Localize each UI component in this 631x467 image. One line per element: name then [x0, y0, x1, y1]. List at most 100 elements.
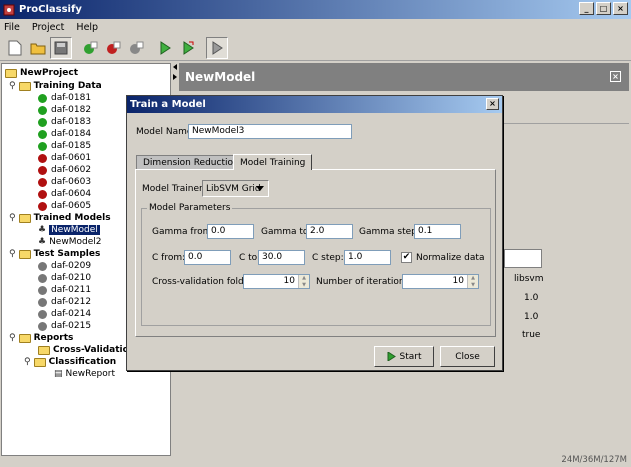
- red-dot-icon: [38, 153, 47, 163]
- tree-item-daf-0605[interactable]: daf-0605: [38, 200, 91, 212]
- folder-icon: [18, 333, 31, 343]
- train-icon[interactable]: [154, 37, 176, 59]
- tree-item-daf-0215[interactable]: daf-0215: [38, 320, 91, 332]
- gray-dot-icon: [38, 321, 47, 331]
- gray-dot-icon: [38, 297, 47, 307]
- panel-input[interactable]: [504, 249, 542, 268]
- tree-item-daf-0182[interactable]: daf-0182: [38, 104, 91, 116]
- gray-dot-icon: [38, 261, 47, 271]
- maximize-button[interactable]: □: [596, 2, 611, 15]
- c-step-label: C step:: [312, 253, 344, 263]
- gamma-to-field[interactable]: 2.0: [306, 224, 353, 239]
- spin-down-icon[interactable]: ▼: [299, 281, 309, 288]
- tree-item-daf-0214[interactable]: daf-0214: [38, 308, 91, 320]
- normalize-checkbox[interactable]: ✔: [401, 252, 412, 263]
- green-dot-icon: [38, 105, 47, 115]
- cv-folds-stepper[interactable]: 10 ▲ ▼: [243, 274, 310, 289]
- tree-classification[interactable]: ⚲ Classification: [24, 356, 116, 368]
- tree-item-daf-0604[interactable]: daf-0604: [38, 188, 91, 200]
- trainer-value: libsvm: [514, 274, 544, 284]
- menu-file[interactable]: File: [4, 22, 20, 33]
- expand-key-icon[interactable]: ⚲: [9, 81, 16, 91]
- expand-key-icon[interactable]: ⚲: [9, 333, 16, 343]
- expand-key-icon[interactable]: ⚲: [24, 357, 31, 367]
- gray-dot-icon: [38, 285, 47, 295]
- green-dot-icon: [38, 93, 47, 103]
- c-from-field[interactable]: 0.0: [184, 250, 231, 265]
- memory-status: 24M/36M/127M: [561, 455, 627, 465]
- param-value-3: true: [522, 330, 541, 340]
- model-parameters-title: Model Parameters: [147, 203, 233, 213]
- tree-item-daf-0209[interactable]: daf-0209: [38, 260, 91, 272]
- menu-project[interactable]: Project: [32, 22, 65, 33]
- add-red-icon[interactable]: [102, 37, 124, 59]
- cv-folds-label: Cross-validation folds:: [152, 277, 252, 287]
- tree-item-newreport[interactable]: ▤ NewReport: [54, 368, 115, 380]
- gray-dot-icon: [38, 273, 47, 283]
- gamma-from-field[interactable]: 0.0: [207, 224, 254, 239]
- save-icon[interactable]: [50, 36, 72, 59]
- add-green-icon[interactable]: [79, 37, 101, 59]
- model-trainer-select[interactable]: LibSVM Grid: [202, 180, 269, 197]
- model-trainer-label: Model Trainer:: [142, 184, 206, 194]
- gamma-from-label: Gamma from:: [152, 227, 215, 237]
- param-value-2: 1.0: [524, 312, 539, 322]
- open-folder-icon[interactable]: [27, 37, 49, 59]
- app-title-bar: ProClassify _ □ ×: [0, 0, 631, 19]
- tree-item-daf-0212[interactable]: daf-0212: [38, 296, 91, 308]
- report-icon: ▤: [54, 369, 63, 379]
- tree-item-daf-0601[interactable]: daf-0601: [38, 152, 91, 164]
- close-button[interactable]: Close: [440, 346, 495, 367]
- close-panel-icon[interactable]: ×: [610, 71, 621, 82]
- gray-dot-icon: [38, 309, 47, 319]
- tree-item-daf-0603[interactable]: daf-0603: [38, 176, 91, 188]
- tree-cross-validation[interactable]: Cross-Validation: [38, 344, 135, 356]
- add-gray-icon[interactable]: [125, 37, 147, 59]
- folder-icon: [18, 213, 31, 223]
- iterations-stepper[interactable]: 10 ▲ ▼: [402, 274, 479, 289]
- tree-trained-models[interactable]: ⚲ Trained Models: [9, 212, 111, 224]
- tree-training-data[interactable]: ⚲ Training Data: [9, 80, 102, 92]
- dialog-title: Train a Model: [130, 99, 206, 110]
- tree-item-daf-0183[interactable]: daf-0183: [38, 116, 91, 128]
- tree-item-daf-0185[interactable]: daf-0185: [38, 140, 91, 152]
- train-test-icon[interactable]: [177, 37, 199, 59]
- tree-item-daf-0210[interactable]: daf-0210: [38, 272, 91, 284]
- tree-item-daf-0211[interactable]: daf-0211: [38, 284, 91, 296]
- folder-icon: [5, 68, 17, 78]
- iterations-value: 10: [452, 276, 464, 286]
- c-step-field[interactable]: 1.0: [344, 250, 391, 265]
- toolbar: [0, 35, 631, 61]
- tree-test-samples[interactable]: ⚲ Test Samples: [9, 248, 100, 260]
- tab-dimension-reduction[interactable]: Dimension Reduction: [136, 155, 246, 170]
- tree-item-daf-0181[interactable]: daf-0181: [38, 92, 91, 104]
- start-button[interactable]: Start: [374, 346, 434, 367]
- model-name-label: Model Name:: [136, 127, 196, 137]
- iterations-label: Number of iterations:: [316, 277, 413, 287]
- spin-down-icon[interactable]: ▼: [468, 281, 478, 288]
- tree-item-newmodel[interactable]: ♣ NewModel: [38, 224, 100, 236]
- tab-model-training[interactable]: Model Training: [233, 154, 313, 170]
- app-icon: [3, 4, 15, 16]
- chevron-down-icon: [256, 186, 264, 191]
- classify-icon[interactable]: [206, 36, 228, 59]
- gamma-to-label: Gamma to:: [261, 227, 312, 237]
- c-to-field[interactable]: 30.0: [258, 250, 305, 265]
- minimize-button[interactable]: _: [579, 2, 594, 15]
- menu-help[interactable]: Help: [76, 22, 98, 33]
- dialog-close-icon[interactable]: ×: [486, 98, 499, 110]
- app-title: ProClassify: [19, 4, 82, 15]
- menu-bar: File Project Help: [0, 19, 631, 35]
- c-from-label: C from:: [152, 253, 186, 263]
- tree-reports[interactable]: ⚲ Reports: [9, 332, 73, 344]
- tree-root[interactable]: NewProject: [5, 67, 78, 79]
- expand-key-icon[interactable]: ⚲: [9, 213, 16, 223]
- tree-item-newmodel2[interactable]: ♣ NewModel2: [38, 236, 101, 248]
- close-window-button[interactable]: ×: [613, 2, 628, 15]
- tree-item-daf-0602[interactable]: daf-0602: [38, 164, 91, 176]
- expand-key-icon[interactable]: ⚲: [9, 249, 16, 259]
- model-name-field[interactable]: NewModel3: [188, 124, 352, 139]
- gamma-step-field[interactable]: 0.1: [414, 224, 461, 239]
- new-file-icon[interactable]: [4, 37, 26, 59]
- tree-item-daf-0184[interactable]: daf-0184: [38, 128, 91, 140]
